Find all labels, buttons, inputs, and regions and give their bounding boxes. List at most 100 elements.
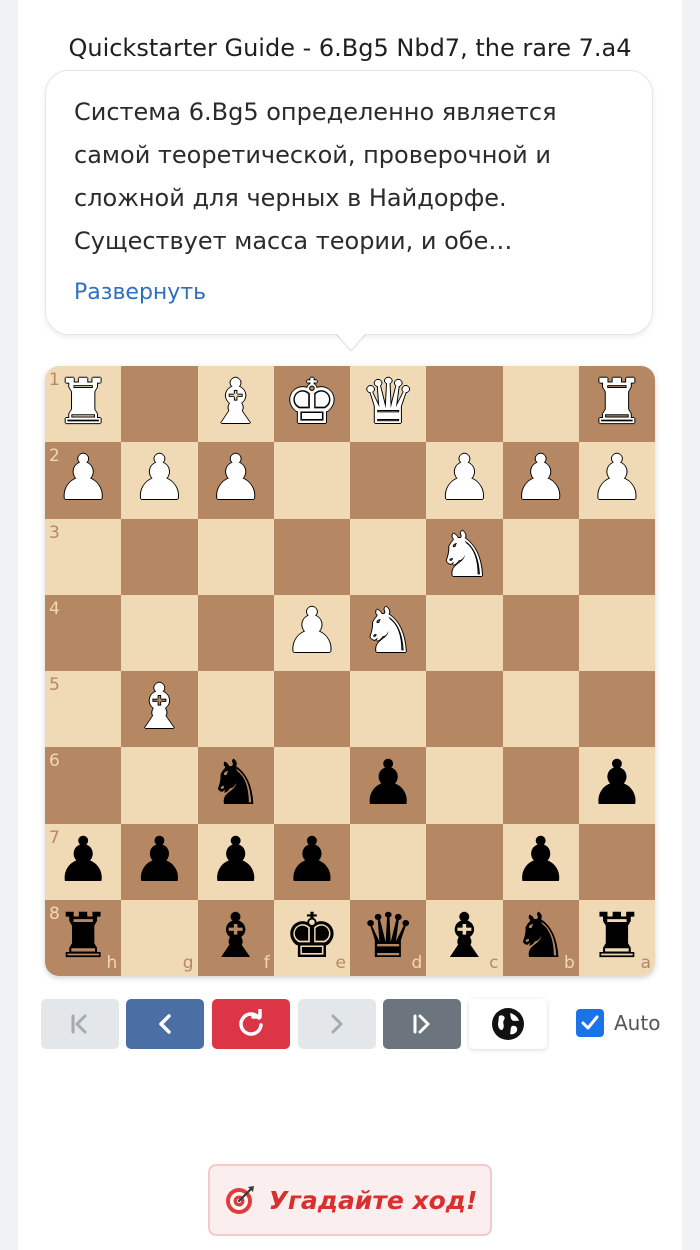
black-knight-piece[interactable]: ♞ xyxy=(208,752,264,814)
black-rook-piece[interactable]: ♜ xyxy=(589,904,645,967)
board-square[interactable] xyxy=(426,671,503,748)
board-square[interactable]: 2 ♟ xyxy=(45,442,122,519)
board-square[interactable]: 1 ♜ xyxy=(45,366,122,443)
white-bishop-piece[interactable]: ♝ xyxy=(208,371,264,433)
board-square[interactable]: ♟ xyxy=(578,442,655,519)
black-pawn-piece[interactable]: ♟ xyxy=(208,828,264,891)
previous-move-button[interactable] xyxy=(126,999,204,1049)
white-pawn-piece[interactable]: ♟ xyxy=(55,447,111,509)
board-square[interactable] xyxy=(502,671,579,748)
board-square[interactable]: 8 h ♜ xyxy=(45,899,122,976)
white-king-piece[interactable]: ♚ xyxy=(284,371,340,433)
board-square[interactable]: 7 ♟ xyxy=(45,823,122,900)
chess-board[interactable]: 1 ♜ ♝ ♚ ♛ ♜ 2 ♟ ♟ ♟ ♟ ♟ ♟ 3 ♞ 4 ♟ ♞ 5 ♝ 6 ♞ ♟ ♟ 7 ♟ ♟ ♟ ♟ ♟ 8 h ♜ g f ♝ e ♚ d ♛… xyxy=(45,366,655,976)
auto-checkbox[interactable] xyxy=(576,1009,604,1037)
first-move-button[interactable] xyxy=(41,999,119,1049)
next-move-button[interactable] xyxy=(298,999,376,1049)
board-square[interactable]: ♟ xyxy=(502,823,579,900)
board-square[interactable] xyxy=(121,747,198,824)
black-knight-piece[interactable]: ♞ xyxy=(513,904,569,967)
board-square[interactable] xyxy=(350,518,427,595)
reset-button[interactable] xyxy=(212,999,290,1049)
white-pawn-piece[interactable]: ♟ xyxy=(284,599,340,662)
board-square[interactable] xyxy=(426,823,503,900)
board-square[interactable] xyxy=(273,747,350,824)
board-square[interactable]: ♟ xyxy=(197,823,274,900)
board-square[interactable] xyxy=(121,366,198,443)
board-square[interactable]: ♟ xyxy=(350,747,427,824)
black-queen-piece[interactable]: ♛ xyxy=(360,904,416,967)
board-square[interactable]: ♟ xyxy=(578,747,655,824)
white-rook-piece[interactable]: ♜ xyxy=(55,371,111,433)
board-square[interactable]: ♞ xyxy=(350,594,427,671)
board-square[interactable]: ♟ xyxy=(502,442,579,519)
board-square[interactable]: d ♛ xyxy=(350,899,427,976)
board-square[interactable] xyxy=(121,518,198,595)
board-square[interactable] xyxy=(197,671,274,748)
board-square[interactable]: f ♝ xyxy=(197,899,274,976)
black-king-piece[interactable]: ♚ xyxy=(284,904,340,967)
board-square[interactable]: 3 xyxy=(45,518,122,595)
board-square[interactable] xyxy=(273,442,350,519)
board-square[interactable]: a ♜ xyxy=(578,899,655,976)
board-square[interactable]: ♜ xyxy=(578,366,655,443)
board-square[interactable] xyxy=(578,518,655,595)
analysis-button[interactable] xyxy=(469,999,547,1049)
black-bishop-piece[interactable]: ♝ xyxy=(437,904,493,967)
board-square[interactable]: 4 xyxy=(45,594,122,671)
white-pawn-piece[interactable]: ♟ xyxy=(208,447,264,509)
board-square[interactable] xyxy=(502,518,579,595)
black-pawn-piece[interactable]: ♟ xyxy=(360,752,416,814)
board-square[interactable] xyxy=(350,671,427,748)
board-square[interactable] xyxy=(273,671,350,748)
black-pawn-piece[interactable]: ♟ xyxy=(284,828,340,891)
white-knight-piece[interactable]: ♞ xyxy=(360,599,416,662)
white-knight-piece[interactable]: ♞ xyxy=(437,523,493,586)
board-square[interactable]: ♟ xyxy=(121,823,198,900)
white-pawn-piece[interactable]: ♟ xyxy=(589,447,645,509)
board-square[interactable]: e ♚ xyxy=(273,899,350,976)
board-square[interactable] xyxy=(578,671,655,748)
board-square[interactable] xyxy=(578,823,655,900)
black-bishop-piece[interactable]: ♝ xyxy=(208,904,264,967)
board-square[interactable]: c ♝ xyxy=(426,899,503,976)
board-square[interactable]: ♞ xyxy=(197,747,274,824)
white-bishop-piece[interactable]: ♝ xyxy=(132,676,188,738)
board-square[interactable]: 6 xyxy=(45,747,122,824)
board-square[interactable]: ♝ xyxy=(121,671,198,748)
expand-link[interactable]: Развернуть xyxy=(74,280,206,305)
white-queen-piece[interactable]: ♛ xyxy=(360,371,416,433)
board-square[interactable] xyxy=(350,442,427,519)
white-pawn-piece[interactable]: ♟ xyxy=(437,447,493,509)
black-pawn-piece[interactable]: ♟ xyxy=(132,828,188,891)
board-square[interactable]: ♞ xyxy=(426,518,503,595)
board-square[interactable] xyxy=(426,366,503,443)
white-pawn-piece[interactable]: ♟ xyxy=(513,447,569,509)
last-move-button[interactable] xyxy=(383,999,461,1049)
board-square[interactable] xyxy=(121,594,198,671)
board-square[interactable]: ♟ xyxy=(121,442,198,519)
board-square[interactable]: ♟ xyxy=(197,442,274,519)
board-square[interactable]: g xyxy=(121,899,198,976)
black-pawn-piece[interactable]: ♟ xyxy=(589,752,645,814)
board-square[interactable]: ♝ xyxy=(197,366,274,443)
black-pawn-piece[interactable]: ♟ xyxy=(513,828,569,891)
board-square[interactable] xyxy=(502,594,579,671)
board-square[interactable] xyxy=(197,518,274,595)
board-square[interactable]: ♟ xyxy=(273,823,350,900)
board-square[interactable] xyxy=(502,747,579,824)
board-square[interactable] xyxy=(426,594,503,671)
white-pawn-piece[interactable]: ♟ xyxy=(132,447,188,509)
board-square[interactable] xyxy=(350,823,427,900)
board-square[interactable]: 5 xyxy=(45,671,122,748)
board-square[interactable] xyxy=(578,594,655,671)
board-square[interactable]: b ♞ xyxy=(502,899,579,976)
black-pawn-piece[interactable]: ♟ xyxy=(55,828,111,891)
board-square[interactable] xyxy=(197,594,274,671)
board-square[interactable] xyxy=(273,518,350,595)
board-square[interactable] xyxy=(426,747,503,824)
board-square[interactable]: ♚ xyxy=(273,366,350,443)
board-square[interactable]: ♟ xyxy=(273,594,350,671)
board-square[interactable] xyxy=(502,366,579,443)
board-square[interactable]: ♟ xyxy=(426,442,503,519)
